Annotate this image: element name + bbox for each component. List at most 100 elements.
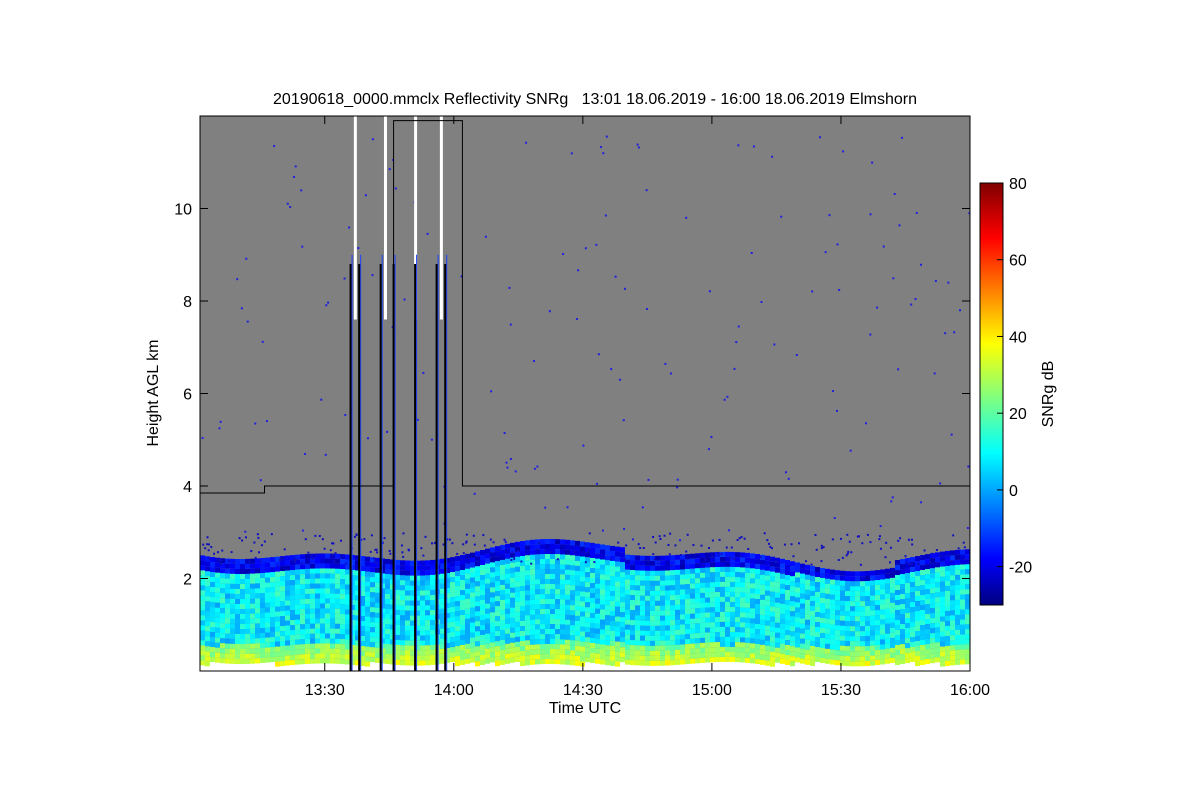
heatmap-cell	[280, 616, 285, 622]
heatmap-cell	[745, 632, 750, 638]
heatmap-cell	[920, 620, 925, 626]
heatmap-cell	[860, 621, 865, 627]
heatmap-cell	[570, 660, 575, 666]
noise-point	[623, 527, 626, 530]
heatmap-cell	[460, 654, 465, 660]
heatmap-cell	[690, 618, 695, 624]
heatmap-cell	[605, 560, 610, 566]
heatmap-cell	[675, 654, 680, 660]
heatmap-cell	[345, 604, 350, 610]
heatmap-cell	[560, 604, 565, 610]
heatmap-cell	[800, 623, 805, 629]
heatmap-cell	[585, 612, 590, 618]
heatmap-cell	[770, 616, 775, 622]
heatmap-cell	[680, 634, 685, 640]
heatmap-cell	[230, 588, 235, 594]
heatmap-cell	[450, 602, 455, 608]
heatmap-cell	[630, 630, 635, 636]
heatmap-cell	[230, 653, 235, 659]
heatmap-cell	[835, 600, 840, 606]
heatmap-cell	[565, 579, 570, 585]
heatmap-cell	[240, 559, 245, 565]
heatmap-cell	[660, 660, 665, 666]
heatmap-cell	[295, 659, 300, 665]
heatmap-cell	[820, 602, 825, 608]
heatmap-cell	[760, 644, 765, 650]
heatmap-cell	[240, 599, 245, 605]
heatmap-cell	[685, 569, 690, 575]
edge-point	[847, 550, 850, 553]
heatmap-cell	[370, 562, 375, 568]
heatmap-cell	[370, 627, 375, 633]
heatmap-cell	[475, 551, 480, 557]
heatmap-cell	[260, 613, 265, 619]
heatmap-cell	[240, 619, 245, 625]
heatmap-cell	[345, 644, 350, 650]
heatmap-cell	[400, 605, 405, 611]
edge-point	[653, 557, 656, 560]
heatmap-cell	[225, 603, 230, 609]
heatmap-cell	[935, 617, 940, 623]
heatmap-cell	[615, 566, 620, 572]
heatmap-cell	[780, 608, 785, 614]
heatmap-cell	[310, 648, 315, 654]
heatmap-cell	[575, 630, 580, 636]
heatmap-cell	[505, 553, 510, 559]
heatmap-cell	[580, 616, 585, 622]
heatmap-cell	[935, 642, 940, 648]
heatmap-cell	[585, 607, 590, 613]
heatmap-cell	[265, 637, 270, 643]
heatmap-cell	[535, 584, 540, 590]
heatmap-cell	[210, 572, 215, 578]
heatmap-cell	[940, 631, 945, 637]
heatmap-cell	[650, 660, 655, 666]
heatmap-cell	[300, 574, 305, 580]
heatmap-cell	[525, 650, 530, 656]
heatmap-cell	[200, 650, 205, 656]
heatmap-cell	[485, 568, 490, 574]
heatmap-cell	[820, 612, 825, 618]
heatmap-cell	[485, 618, 490, 624]
edge-point	[850, 551, 853, 554]
heatmap-cell	[405, 605, 410, 611]
heatmap-cell	[845, 646, 850, 652]
heatmap-cell	[785, 640, 790, 646]
heatmap-cell	[850, 606, 855, 612]
heatmap-cell	[715, 652, 720, 658]
heatmap-cell	[925, 579, 930, 585]
heatmap-cell	[525, 625, 530, 631]
heatmap-cell	[860, 601, 865, 607]
heatmap-cell	[295, 584, 300, 590]
heatmap-cell	[930, 633, 935, 639]
heatmap-cell	[760, 624, 765, 630]
heatmap-cell	[600, 619, 605, 625]
noise-point	[833, 516, 836, 519]
heatmap-cell	[555, 604, 560, 610]
heatmap-cell	[520, 636, 525, 642]
heatmap-cell	[330, 628, 335, 634]
heatmap-cell	[670, 610, 675, 616]
heatmap-cell	[580, 556, 585, 562]
heatmap-cell	[325, 593, 330, 599]
heatmap-cell	[915, 631, 920, 637]
colorbar	[979, 182, 1004, 606]
edge-point	[879, 547, 882, 550]
heatmap-cell	[880, 594, 885, 600]
heatmap-cell	[335, 628, 340, 634]
heatmap-cell	[345, 634, 350, 640]
heatmap-cell	[815, 586, 820, 592]
heatmap-cell	[450, 617, 455, 623]
heatmap-cell	[310, 603, 315, 609]
heatmap-cell	[325, 653, 330, 659]
edge-point	[430, 542, 433, 545]
heatmap-cell	[580, 601, 585, 607]
heatmap-cell	[755, 594, 760, 600]
heatmap-cell	[290, 580, 295, 586]
x-tick-label: 15:00	[692, 682, 732, 699]
heatmap-cell	[340, 609, 345, 615]
heatmap-cell	[910, 557, 915, 563]
edge-point	[711, 555, 714, 558]
heatmap-cell	[635, 555, 640, 561]
heatmap-cell	[720, 571, 725, 577]
heatmap-cell	[705, 572, 710, 578]
